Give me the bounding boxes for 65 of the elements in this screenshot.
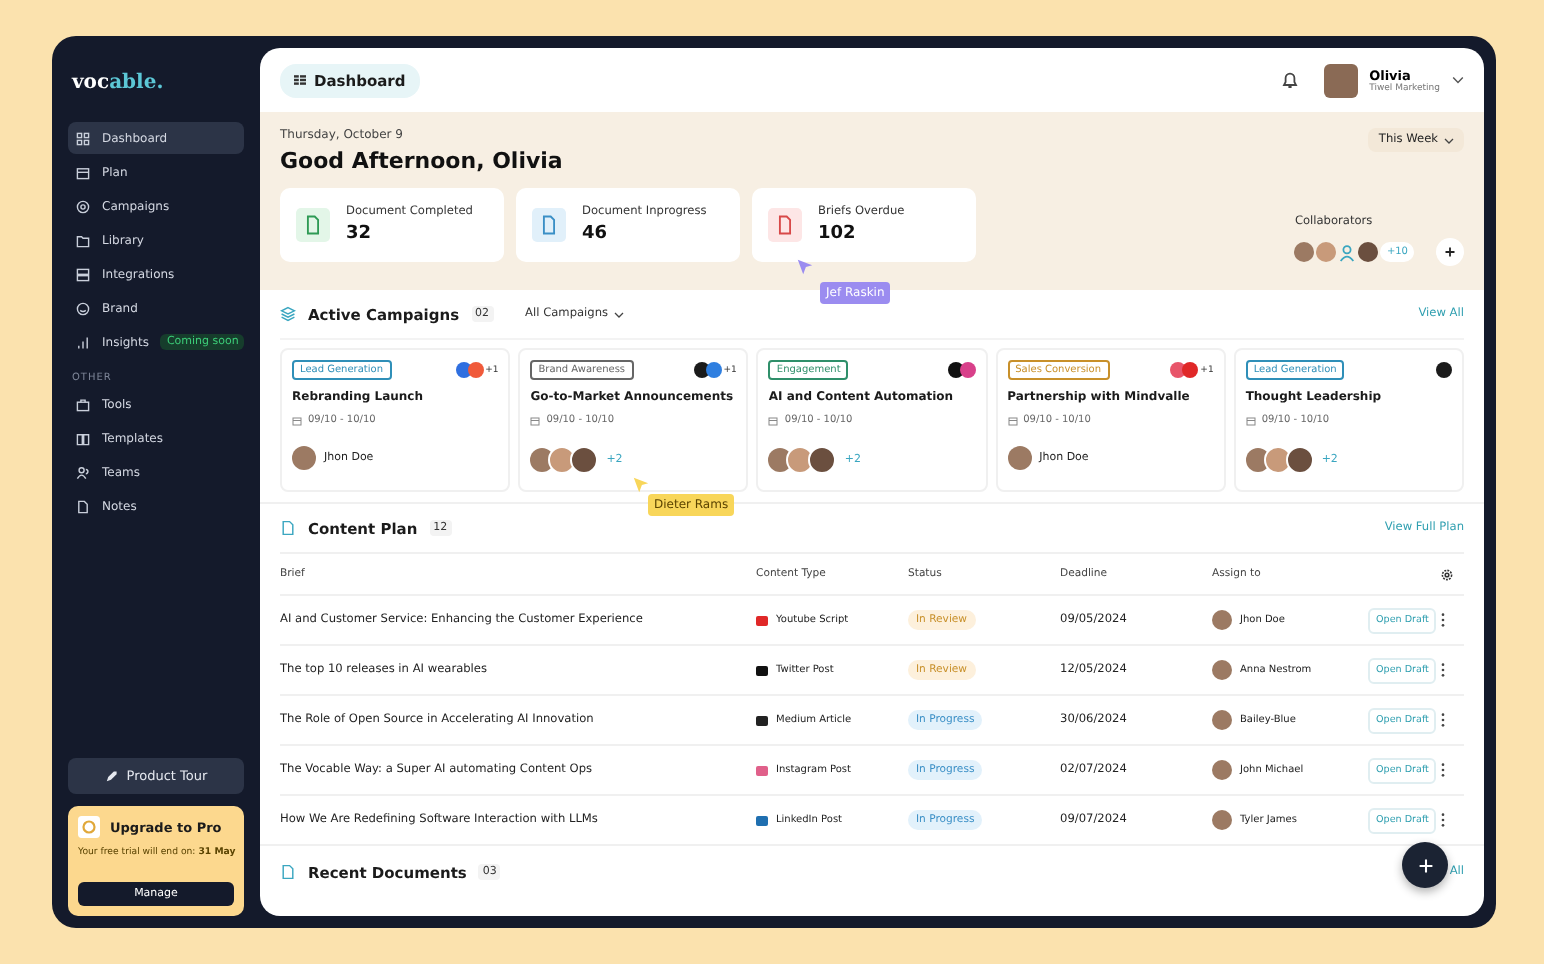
plus-icon [1444,246,1456,258]
avatar [808,446,837,474]
document-icon [532,208,566,242]
settings-icon[interactable] [1440,567,1454,581]
avatar [1358,242,1379,262]
greeting: Good Afternoon, Olivia [280,148,565,174]
cursor-icon [632,476,650,494]
calendar-icon [1245,415,1256,425]
avatar [1245,448,1270,472]
target-icon [76,199,90,213]
more-options-icon[interactable] [1440,812,1446,828]
file-icon [76,499,90,513]
more-options-icon[interactable] [1440,662,1446,678]
avatar [1212,810,1232,830]
stat-value: 32 [346,224,374,244]
grid-icon [76,131,90,145]
more-options-icon[interactable] [1440,612,1446,628]
more-options-icon[interactable] [1440,762,1446,778]
document-icon [296,208,330,242]
add-collaborator-button[interactable] [1436,238,1464,266]
calendar-icon [530,415,541,425]
avatar [1294,242,1315,262]
document-icon [280,864,296,880]
avatar [570,446,599,474]
calendar-icon [76,165,90,179]
chevron-down-icon[interactable] [1452,76,1464,84]
user-avatar[interactable] [1323,63,1358,97]
avatar [768,448,793,472]
layers-icon [280,306,296,322]
book-icon [76,431,90,445]
avatar [1007,446,1032,470]
toolbox-icon [76,397,90,411]
document-icon [280,520,296,536]
avatar [292,446,316,470]
stat-value: 46 [582,224,610,244]
people-icon [76,465,90,479]
badge-icon [78,816,100,838]
avatar [1212,660,1232,680]
smile-icon [76,301,90,315]
avatar [1316,242,1337,262]
avatar [1212,710,1232,730]
plus-icon [1417,857,1433,873]
avatar [530,448,555,472]
logo: vocable. [72,72,164,94]
bell-icon[interactable] [1279,70,1300,90]
person-icon [1338,243,1357,261]
calendar-icon [1007,415,1018,425]
calendar-icon [768,415,779,425]
grid-icon [294,74,306,86]
server-icon [76,267,90,281]
chart-icon [76,335,90,349]
avatar [1212,760,1232,780]
chevron-down-icon [614,311,625,317]
more-options-icon[interactable] [1440,712,1446,728]
folder-icon [76,233,90,247]
calendar-icon [292,415,302,425]
avatar [1285,446,1314,474]
avatar [786,446,815,474]
avatar [1212,610,1232,630]
stat-value: 102 [818,224,858,244]
cursor-icon [796,258,814,276]
avatar [548,446,577,474]
add-button[interactable] [1402,842,1448,888]
document-icon [768,208,802,242]
chevron-down-icon [1444,137,1454,143]
